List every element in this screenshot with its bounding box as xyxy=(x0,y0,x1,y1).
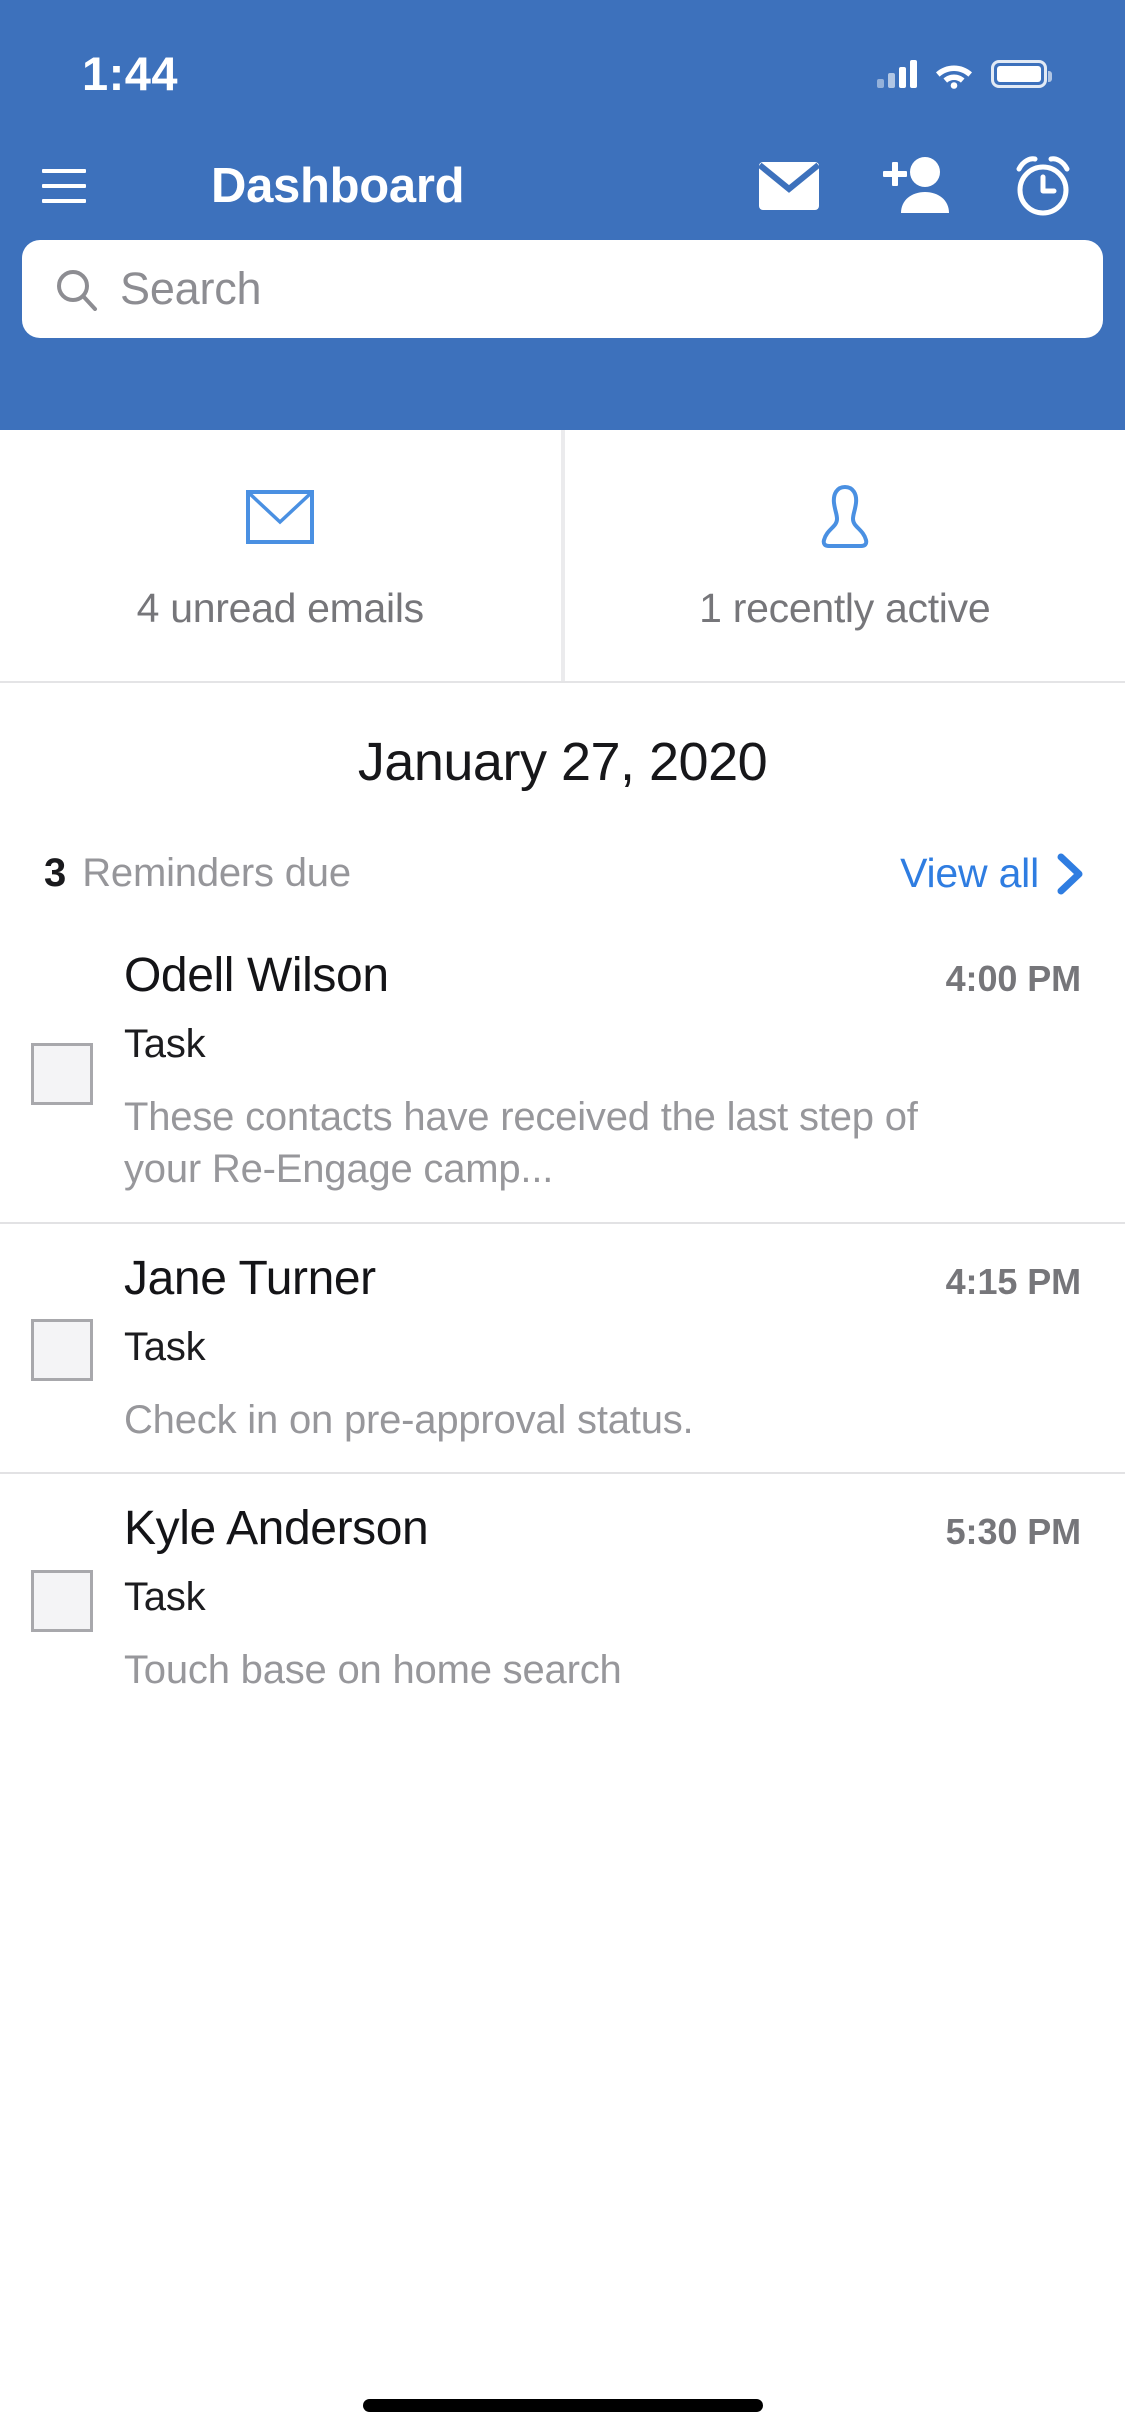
reminder-checkbox[interactable] xyxy=(31,1042,93,1105)
reminder-contact-name: Kyle Anderson xyxy=(124,1502,429,1556)
app-header: 1:44 Dashboard Search xyxy=(0,0,1125,430)
reminders-list: Odell Wilson 4:00 PM Task These contacts… xyxy=(0,921,1125,1723)
reminder-time: 4:15 PM xyxy=(945,1261,1081,1303)
reminder-type: Task xyxy=(124,1324,206,1369)
reminders-header: 3 Reminders due View all xyxy=(0,793,1125,897)
cellular-signal-icon xyxy=(877,60,917,88)
chevron-right-icon xyxy=(1057,853,1083,894)
reminder-time: 5:30 PM xyxy=(945,1511,1081,1553)
reminder-type: Task xyxy=(124,1021,206,1066)
table-row[interactable]: Kyle Anderson 5:30 PM Task Touch base on… xyxy=(0,1472,1125,1722)
reminder-top-row: Jane Turner 4:15 PM xyxy=(124,1250,1081,1309)
reminder-type: Task xyxy=(124,1575,206,1620)
reminder-body: Jane Turner 4:15 PM Task Check in on pre… xyxy=(124,1250,1085,1446)
reminders-due-label: Reminders due xyxy=(82,851,351,895)
search-placeholder: Search xyxy=(120,263,262,314)
reminder-time: 4:00 PM xyxy=(945,958,1081,999)
battery-icon xyxy=(991,60,1052,88)
reminder-top-row: Odell Wilson 4:00 PM xyxy=(124,947,1081,1006)
reminders-button[interactable] xyxy=(1007,150,1079,222)
reminder-contact-name: Odell Wilson xyxy=(124,949,389,1002)
home-indicator xyxy=(362,2399,763,2412)
view-all-label: View all xyxy=(900,850,1039,896)
status-icons xyxy=(877,60,1052,89)
checkbox-column xyxy=(0,1315,124,1382)
add-contact-button[interactable] xyxy=(880,150,952,222)
person-add-icon xyxy=(883,157,949,213)
reminder-body: Odell Wilson 4:00 PM Task These contacts… xyxy=(124,947,1085,1196)
reminder-description: These contacts have received the last st… xyxy=(124,1094,918,1192)
envelope-icon xyxy=(757,162,821,210)
reminder-body: Kyle Anderson 5:30 PM Task Touch base on… xyxy=(124,1500,1085,1696)
search-input[interactable]: Search xyxy=(22,240,1103,338)
stat-cards: 4 unread emails 1 recently active xyxy=(0,430,1125,683)
reminder-top-row: Kyle Anderson 5:30 PM xyxy=(124,1500,1081,1559)
recently-active-card[interactable]: 1 recently active xyxy=(564,430,1125,681)
mail-button[interactable] xyxy=(753,150,825,222)
checkbox-column xyxy=(0,1039,124,1105)
unread-emails-label: 4 unread emails xyxy=(136,585,425,631)
unread-emails-card[interactable]: 4 unread emails xyxy=(0,430,563,681)
page-title: Dashboard xyxy=(211,159,465,213)
navigation-bar: Dashboard xyxy=(0,132,1125,240)
nav-actions xyxy=(753,150,1079,222)
table-row[interactable]: Jane Turner 4:15 PM Task Check in on pre… xyxy=(0,1222,1125,1472)
status-time: 1:44 xyxy=(82,46,179,100)
reminder-contact-name: Jane Turner xyxy=(124,1252,376,1306)
date-heading: January 27, 2020 xyxy=(357,732,768,792)
reminder-description: Check in on pre-approval status. xyxy=(124,1397,694,1442)
search-container: Search xyxy=(0,240,1125,338)
reminders-count: 3 xyxy=(44,851,67,895)
phone-screen: 1:44 Dashboard Search 4 unread emails 1 … xyxy=(0,0,1125,2436)
reminder-description: Touch base on home search xyxy=(124,1648,622,1693)
view-all-link[interactable]: View all xyxy=(900,850,1085,897)
alarm-clock-icon xyxy=(1016,156,1070,216)
status-bar: 1:44 xyxy=(0,0,1125,132)
reminder-checkbox[interactable] xyxy=(31,1569,93,1632)
wifi-icon xyxy=(936,65,972,89)
checkbox-column xyxy=(0,1566,124,1632)
recently-active-label: 1 recently active xyxy=(699,585,991,631)
envelope-outline-icon xyxy=(246,479,315,555)
person-outline-icon xyxy=(816,479,874,555)
search-icon xyxy=(57,270,97,311)
reminder-checkbox[interactable] xyxy=(31,1319,93,1382)
hamburger-menu-icon[interactable] xyxy=(28,150,100,222)
table-row[interactable]: Odell Wilson 4:00 PM Task These contacts… xyxy=(0,921,1125,1222)
